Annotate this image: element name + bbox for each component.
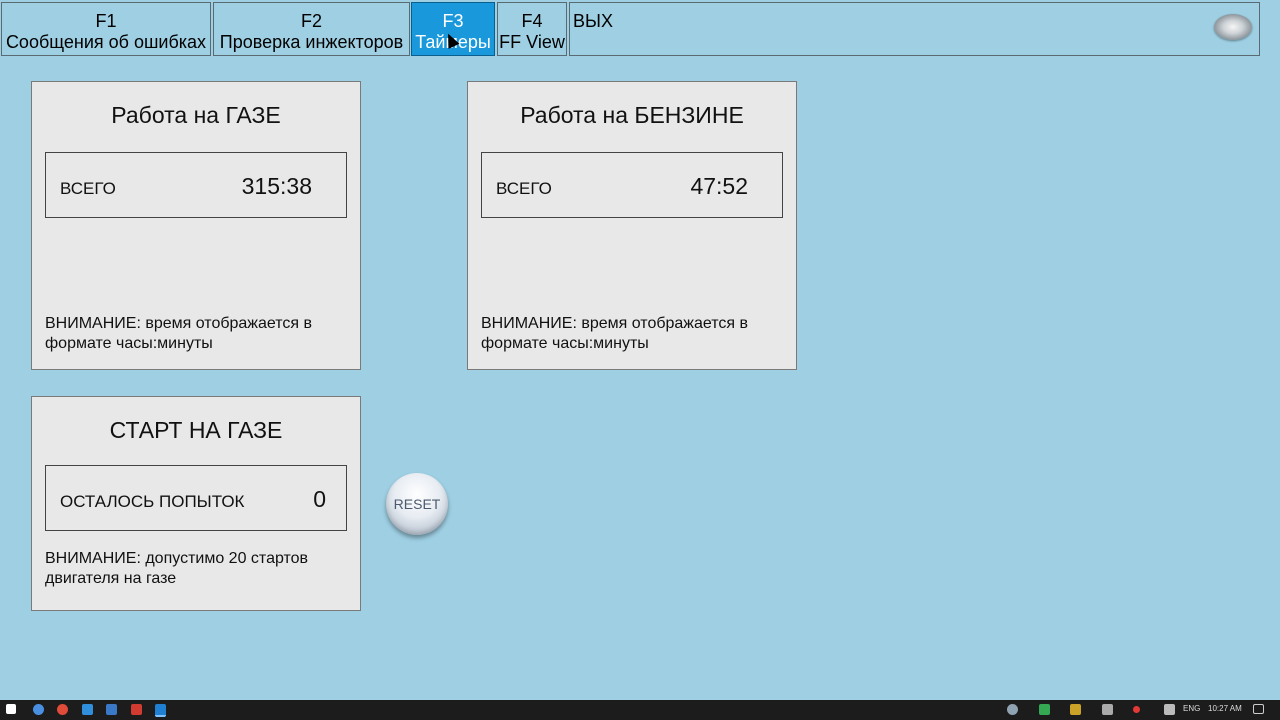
network-icon[interactable]: [1007, 704, 1018, 715]
time-format-note: ВНИМАНИЕ: время отображается в формате ч…: [45, 315, 313, 352]
tab-exit[interactable]: ВЫХ: [569, 2, 1260, 56]
tab-key: F3: [442, 11, 464, 31]
panel-title: Работа на ГАЗЕ: [111, 102, 281, 128]
active-app-icon[interactable]: [155, 704, 166, 717]
tab-f1-error-messages[interactable]: F1 Сообщения об ошибках: [1, 2, 211, 56]
tab-label: Проверка инжекторов: [219, 32, 404, 52]
panel-title: Работа на БЕНЗИНЕ: [520, 102, 744, 128]
gas-total-value: 315:38: [241, 173, 312, 199]
reset-button[interactable]: RESET: [386, 473, 448, 535]
attempts-box: ОСТАЛОСЬ ПОПЫТОК 0: [45, 465, 347, 531]
petrol-total-value: 47:52: [690, 173, 748, 199]
total-label: ВСЕГО: [496, 179, 552, 198]
chrome-icon[interactable]: [57, 704, 68, 715]
petrol-total-box: ВСЕГО 47:52: [481, 152, 783, 218]
attempts-value: 0: [313, 486, 326, 512]
notification-icon[interactable]: [1253, 704, 1264, 714]
mail-icon[interactable]: [106, 704, 117, 715]
tab-key: F4: [521, 11, 543, 31]
panel-title: СТАРТ НА ГАЗЕ: [109, 417, 283, 443]
tab-key: F2: [300, 11, 322, 31]
clock[interactable]: 10:27 AM: [1208, 704, 1242, 713]
tab-f3-timers[interactable]: F3 Таймеры: [411, 2, 495, 56]
volume-icon[interactable]: [1164, 704, 1175, 715]
start-limit-note: ВНИМАНИЕ: допустимо 20 стартов двигателя…: [45, 550, 309, 587]
tab-f4-ff-view[interactable]: F4 FF View: [497, 2, 567, 56]
gas-start-panel: СТАРТ НА ГАЗЕ ОСТАЛОСЬ ПОПЫТОК 0 ВНИМАНИ…: [31, 396, 361, 611]
tray-app-icon[interactable]: [1070, 704, 1081, 715]
vivaldi-icon[interactable]: [131, 704, 142, 715]
tab-label: FF View: [499, 32, 565, 52]
start-menu-icon[interactable]: [6, 704, 16, 714]
gas-total-box: ВСЕГО 315:38: [45, 152, 347, 218]
time-format-note: ВНИМАНИЕ: время отображается в формате ч…: [481, 315, 749, 352]
taskbar: ENG 10:27 AM: [0, 700, 1280, 720]
petrol-timer-panel: Работа на БЕНЗИНЕ ВСЕГО 47:52 ВНИМАНИЕ: …: [467, 81, 797, 370]
language-indicator[interactable]: ENG: [1183, 704, 1200, 713]
tab-key: F1: [95, 11, 117, 31]
function-tab-bar: F1 Сообщения об ошибках F2 Проверка инже…: [0, 0, 1280, 58]
gas-timer-panel: Работа на ГАЗЕ ВСЕГО 315:38 ВНИМАНИЕ: вр…: [31, 81, 361, 370]
search-icon[interactable]: [33, 704, 44, 715]
attempts-label: ОСТАЛОСЬ ПОПЫТОК: [60, 492, 245, 511]
tray-app-icon[interactable]: [1102, 704, 1113, 715]
disc-icon: [1214, 14, 1252, 40]
tab-label: Сообщения об ошибках: [5, 32, 207, 52]
record-icon[interactable]: [1133, 706, 1140, 713]
tab-f2-injector-check[interactable]: F2 Проверка инжекторов: [213, 2, 410, 56]
total-label: ВСЕГО: [60, 179, 116, 198]
skype-icon[interactable]: [82, 704, 93, 715]
tray-app-icon[interactable]: [1039, 704, 1050, 715]
tab-key: ВЫХ: [573, 11, 613, 31]
